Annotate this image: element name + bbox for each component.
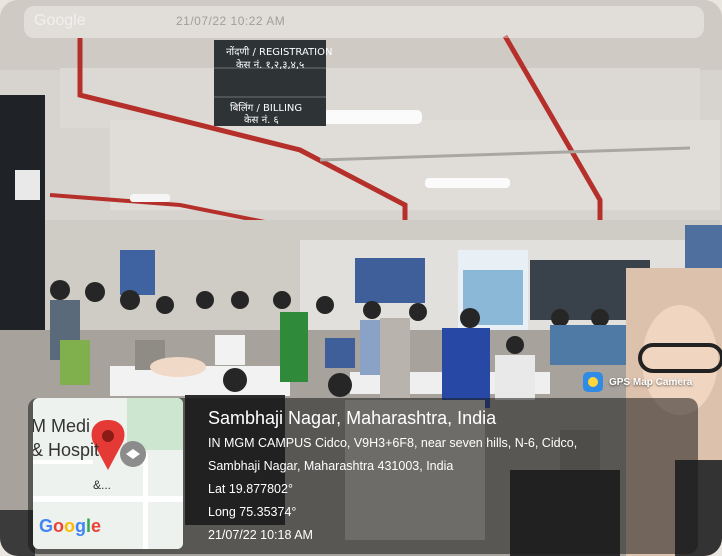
map-google-logo: Google [39,516,102,536]
ghost-google-text: Google [34,12,86,29]
latitude-text: Lat 19.877802° [208,482,293,496]
address-line-1: IN MGM CAMPUS Cidco, V9H3+6F8, near seve… [208,436,578,450]
map-label-medical: M Medi [33,416,91,436]
sign-billing-cases: केस नं. ६ [244,115,279,126]
ghost-datetime-text: 21/07/22 10:22 AM [176,14,286,28]
sign-registration-cases: केस नं. १,२,३,४,५ [236,60,305,71]
sign-registration: नोंदणी / REGISTRATION [226,47,333,58]
ghost-watermark-bar [24,6,704,38]
address-line-2: Sambhaji Nagar, Maharashtra 431003, Indi… [208,459,454,473]
longitude-text: Long 75.35374° [208,505,297,519]
map-thumbnail: M Medi & Hospit &... Google [33,398,183,549]
gps-map-camera-badge: GPS Map Camera [583,372,692,392]
location-title: Sambhaji Nagar, Maharashtra, India [208,408,497,428]
map-label-ampersand: &... [93,478,112,492]
gps-camera-icon [583,372,603,392]
map-label-hospital: & Hospit [33,440,100,460]
timestamp-text: 21/07/22 10:18 AM [208,528,313,542]
photo-frame: Google 21/07/22 10:22 AM नोंदणी / REGIST… [0,0,722,556]
gps-camera-label: GPS Map Camera [609,376,693,388]
